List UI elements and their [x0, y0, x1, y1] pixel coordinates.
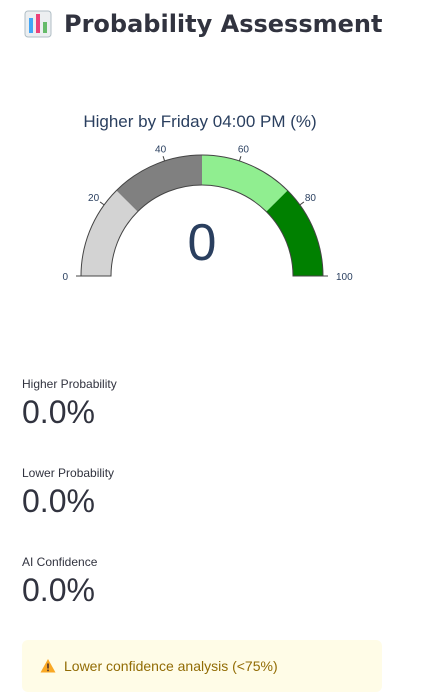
metric-ai-confidence: AI Confidence 0.0%: [22, 555, 97, 608]
probability-gauge: Higher by Friday 04:00 PM (%) 0 20 40 60 80 1…: [40, 100, 370, 300]
gauge-tick-label: 60: [238, 145, 250, 156]
alert-text: Lower confidence analysis (<75%): [64, 658, 278, 674]
gauge-tick-label: 20: [88, 193, 100, 204]
gauge-tick-label: 0: [62, 272, 68, 283]
metric-value: 0.0%: [22, 483, 95, 519]
gauge-tick: [99, 201, 105, 206]
gauge-tick-label: 40: [155, 145, 167, 156]
gauge-value: 0: [188, 214, 217, 272]
gauge-tick-label: 80: [305, 193, 317, 204]
metric-value: 0.0%: [22, 394, 95, 430]
gauge-tick: [238, 156, 242, 162]
gauge-tick: [162, 156, 166, 162]
bar-chart-icon: [24, 10, 52, 38]
metric-label: Lower Probability: [22, 466, 115, 480]
warning-icon: [40, 659, 56, 673]
metric-higher-probability: Higher Probability 0.0%: [22, 377, 117, 430]
gauge-step-2: [202, 155, 288, 212]
metric-value: 0.0%: [22, 572, 95, 608]
gauge-chart: 0 20 40 60 80 100 0: [62, 145, 353, 283]
gauge-step-1: [116, 155, 202, 212]
page-title: Probability Assessment: [64, 10, 383, 38]
gauge-tick-label: 100: [336, 272, 353, 283]
confidence-alert: Lower confidence analysis (<75%): [22, 640, 382, 692]
page-header: Probability Assessment: [24, 6, 382, 42]
metric-label: Higher Probability: [22, 377, 117, 391]
gauge-tick: [299, 201, 305, 206]
metric-label: AI Confidence: [22, 555, 98, 569]
metric-lower-probability: Lower Probability 0.0%: [22, 466, 114, 519]
